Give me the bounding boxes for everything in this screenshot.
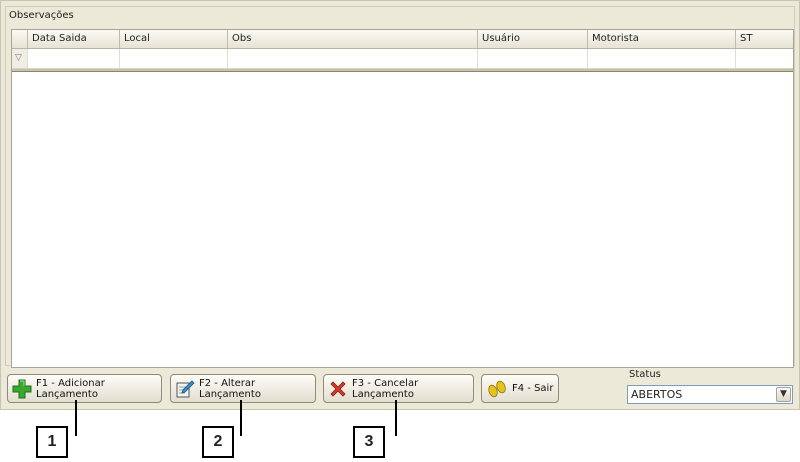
exit-button[interactable]: F4 - Sair bbox=[481, 374, 559, 403]
column-header-local[interactable]: Local bbox=[120, 30, 228, 48]
notepad-pencil-icon bbox=[176, 379, 195, 397]
callout-1: 1 bbox=[36, 426, 68, 458]
status-label: Status bbox=[629, 369, 661, 380]
column-header-st[interactable]: ST bbox=[736, 30, 793, 48]
filter-cell-st[interactable] bbox=[736, 49, 793, 68]
data-grid[interactable]: Data Saida Local Obs Usuário Motorista S… bbox=[11, 29, 794, 368]
filter-cell-data-saida[interactable] bbox=[28, 49, 120, 68]
exit-button-label: F4 - Sair bbox=[512, 383, 554, 394]
observacoes-group: Observações Data Saida Local Obs Usuário… bbox=[5, 6, 795, 368]
cancel-lancamento-button[interactable]: F3 - Cancelar Lançamento bbox=[323, 374, 474, 403]
filter-cell-motorista[interactable] bbox=[588, 49, 736, 68]
filter-cell-local[interactable] bbox=[120, 49, 228, 68]
filter-row: ▽ bbox=[12, 49, 793, 69]
add-button-label: F1 - Adicionar Lançamento bbox=[36, 377, 105, 400]
window: Observações Data Saida Local Obs Usuário… bbox=[0, 0, 800, 410]
add-lancamento-button[interactable]: F1 - Adicionar Lançamento bbox=[7, 374, 162, 403]
grid-header: Data Saida Local Obs Usuário Motorista S… bbox=[12, 30, 793, 49]
callout-3: 3 bbox=[353, 426, 385, 458]
callout-line-1 bbox=[75, 400, 77, 436]
plus-icon bbox=[12, 379, 32, 398]
footprints-icon bbox=[488, 380, 506, 397]
filter-icon: ▽ bbox=[15, 53, 22, 63]
callout-line-3 bbox=[395, 400, 397, 436]
status-dropdown[interactable]: ABERTOS ▼ bbox=[627, 385, 793, 404]
grid-separator bbox=[12, 69, 793, 72]
callout-2: 2 bbox=[202, 426, 234, 458]
row-indicator-header bbox=[12, 30, 28, 48]
group-title: Observações bbox=[9, 10, 74, 21]
cancel-button-label: F3 - Cancelar Lançamento bbox=[352, 377, 419, 400]
column-header-motorista[interactable]: Motorista bbox=[588, 30, 736, 48]
red-x-icon bbox=[330, 380, 346, 397]
column-header-data-saida[interactable]: Data Saida bbox=[28, 30, 120, 48]
edit-lancamento-button[interactable]: F2 - Alterar Lançamento bbox=[170, 374, 316, 403]
filter-cell-obs[interactable] bbox=[228, 49, 478, 68]
column-header-usuario[interactable]: Usuário bbox=[478, 30, 588, 48]
filter-cell-usuario[interactable] bbox=[478, 49, 588, 68]
column-header-obs[interactable]: Obs bbox=[228, 30, 478, 48]
filter-indicator[interactable]: ▽ bbox=[12, 49, 28, 68]
chevron-down-icon[interactable]: ▼ bbox=[776, 387, 791, 402]
edit-button-label: F2 - Alterar Lançamento bbox=[199, 377, 261, 400]
callout-line-2 bbox=[240, 400, 242, 436]
status-value: ABERTOS bbox=[631, 388, 683, 401]
